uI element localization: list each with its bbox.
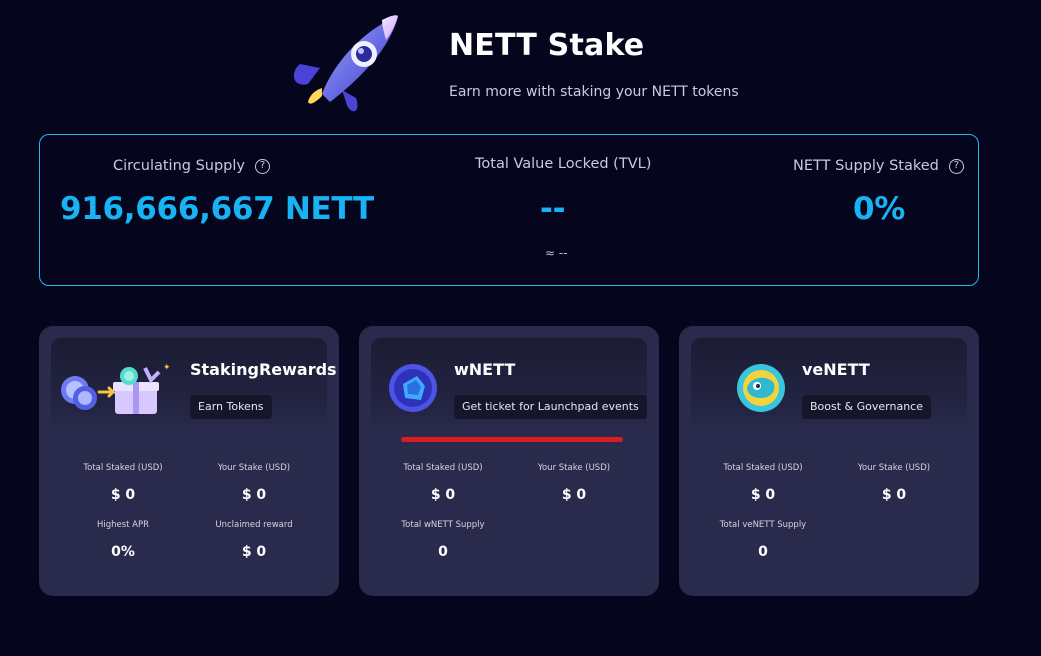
card-tag: Earn Tokens: [190, 395, 272, 419]
card-header: ✦ StakingRewards Earn Tokens: [51, 338, 337, 434]
metric-label: Total Staked (USD): [403, 463, 483, 473]
metric-value: $ 0: [750, 487, 776, 503]
svg-text:✦: ✦: [163, 363, 171, 373]
metric-value: $ 0: [881, 487, 907, 503]
metric-label: Total veNETT Supply: [719, 520, 807, 530]
staking-rewards-card[interactable]: ✦ StakingRewards Earn Tokens Total Stake…: [39, 326, 339, 596]
card-header: veNETT Boost & Governance: [691, 338, 967, 434]
card-title: wNETT: [454, 360, 516, 379]
venett-token-icon: [737, 364, 785, 412]
metric-label: Unclaimed reward: [215, 520, 293, 530]
nett-supply-staked-label-text: NETT Supply Staked: [793, 158, 939, 174]
gift-tokens-icon: ✦: [59, 360, 177, 416]
card-tag: Get ticket for Launchpad events: [454, 395, 647, 419]
metric-value: $ 0: [241, 487, 267, 503]
metric-label: Your Stake (USD): [217, 463, 291, 473]
tvl-approx-value: ≈ --: [545, 246, 568, 260]
card-header: wNETT Get ticket for Launchpad events: [371, 338, 647, 442]
metric-value: 0: [758, 544, 768, 560]
metric-value: $ 0: [110, 487, 136, 503]
circulating-supply-value: 916,666,667 NETT: [60, 191, 374, 227]
tvl-label-text: Total Value Locked (TVL): [475, 156, 652, 172]
wnett-card[interactable]: wNETT Get ticket for Launchpad events To…: [359, 326, 659, 596]
metric-label: Total Staked (USD): [723, 463, 803, 473]
page-title: NETT Stake: [449, 28, 645, 63]
tvl-label: Total Value Locked (TVL): [475, 156, 651, 172]
metric-label: Total Staked (USD): [83, 463, 163, 473]
card-title: veNETT: [802, 360, 870, 379]
metric-value: $ 0: [561, 487, 587, 503]
metric-label: Your Stake (USD): [537, 463, 611, 473]
metric-label: Your Stake (USD): [857, 463, 931, 473]
question-circle-icon[interactable]: ?: [948, 158, 964, 174]
circulating-supply-label: Circulating Supply ?: [113, 158, 271, 174]
metric-label: Highest APR: [96, 520, 150, 530]
stats-panel: Circulating Supply ? 916,666,667 NETT To…: [39, 134, 979, 286]
metric-value: 0%: [111, 544, 135, 560]
circulating-supply-label-text: Circulating Supply: [113, 158, 246, 174]
card-title: StakingRewards: [190, 360, 337, 379]
page-subtitle: Earn more with staking your NETT tokens: [449, 84, 739, 100]
card-tag: Boost & Governance: [802, 395, 931, 419]
metric-value: $ 0: [241, 544, 267, 560]
question-circle-icon[interactable]: ?: [255, 158, 271, 174]
highlight-underline: [401, 437, 623, 442]
tvl-value: --: [540, 191, 566, 227]
nett-supply-staked-label: NETT Supply Staked ?: [793, 158, 964, 174]
venett-card[interactable]: veNETT Boost & Governance Total Staked (…: [679, 326, 979, 596]
metric-value: $ 0: [430, 487, 456, 503]
metric-label: Total wNETT Supply: [401, 520, 485, 530]
rocket-icon: [286, 10, 406, 120]
nett-supply-staked-value: 0%: [853, 191, 906, 227]
metric-value: 0: [438, 544, 448, 560]
wnett-token-icon: [389, 364, 437, 412]
